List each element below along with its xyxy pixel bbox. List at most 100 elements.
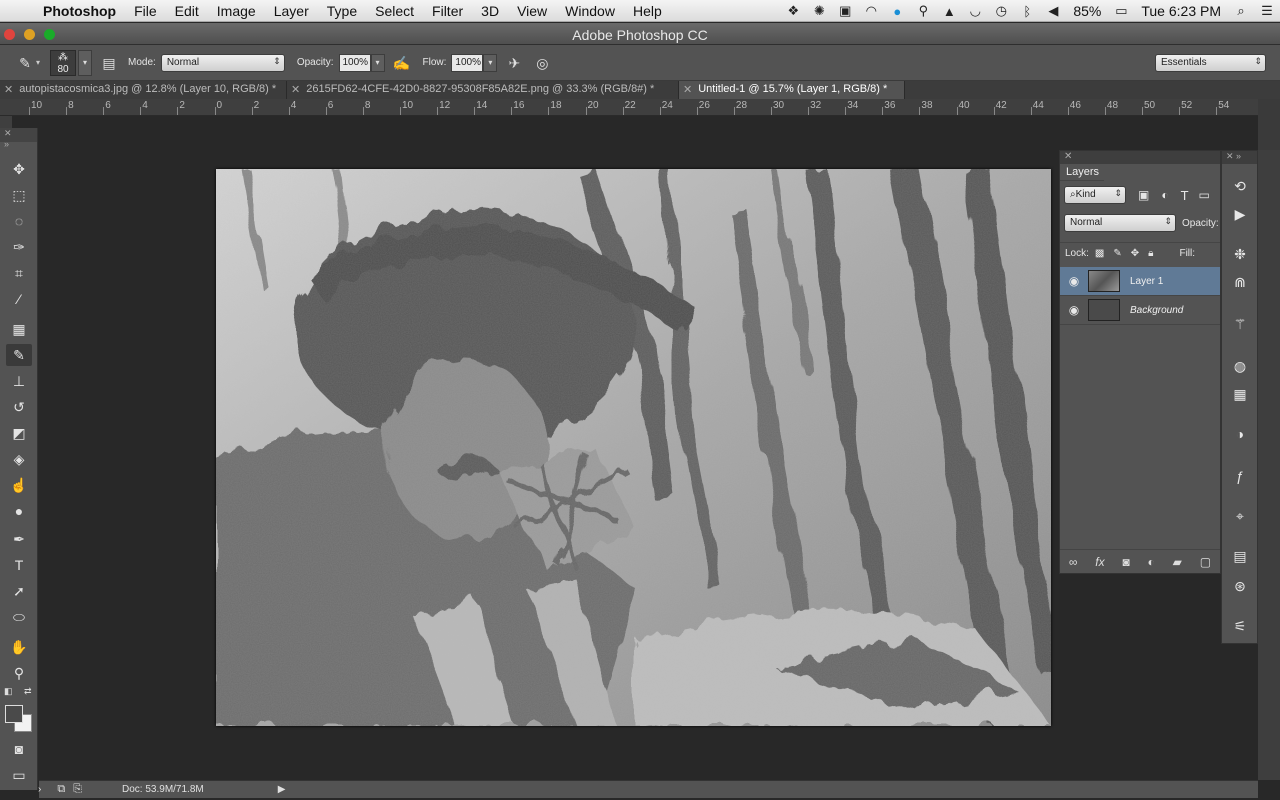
lasso-tool-icon[interactable]: ◌ — [6, 210, 32, 232]
foreground-color-swatch[interactable] — [5, 705, 23, 723]
brush-panel-icon[interactable]: ▤ — [98, 52, 120, 74]
filter-adjustment-icon[interactable]: ◐ — [1161, 188, 1168, 202]
flow-input[interactable]: 100% — [451, 53, 484, 72]
lock-all-icon[interactable]: 🔒︎ — [1148, 248, 1153, 259]
battery-percent[interactable]: 85% — [1066, 3, 1108, 19]
adjustment-layer-icon[interactable]: ◐ — [1148, 555, 1155, 569]
character-icon[interactable]: ▤ — [1228, 545, 1252, 567]
color-palette-icon[interactable]: ◍ — [1228, 355, 1252, 377]
clone-stamp-tool-icon[interactable]: ⊥ — [6, 370, 32, 392]
screen-mode-icon[interactable]: ▭ — [6, 764, 32, 786]
menu-file[interactable]: File — [125, 3, 166, 19]
adobe-icon[interactable]: ▲ — [936, 4, 962, 19]
time-machine-icon[interactable]: ◷ — [988, 3, 1014, 19]
close-panel-icon[interactable]: ✕ — [1064, 151, 1072, 162]
lock-position-icon[interactable]: ✥ — [1131, 248, 1139, 259]
layer-filter-kind[interactable]: ⌕Kind — [1064, 186, 1126, 204]
layers-tab[interactable]: Layers — [1060, 164, 1104, 181]
properties-icon[interactable]: ⚟ — [1228, 615, 1252, 637]
volume-icon[interactable]: ◀ — [1040, 3, 1066, 19]
brush-size-dropdown[interactable]: ▾ — [78, 49, 93, 76]
paths-icon[interactable]: ⌖ — [1228, 505, 1252, 527]
filter-pixel-icon[interactable]: ▣ — [1138, 188, 1149, 202]
menu-window[interactable]: Window — [556, 3, 624, 19]
menu-edit[interactable]: Edit — [166, 3, 208, 19]
history-brush-tool-icon[interactable]: ↺ — [6, 396, 32, 418]
close-tab-icon[interactable]: ✕ — [683, 83, 692, 99]
document-tab[interactable]: ✕ autopistacosmica3.jpg @ 12.8% (Layer 10… — [0, 81, 287, 99]
new-group-icon[interactable]: ▰ — [1173, 555, 1182, 569]
antenna-icon[interactable]: ⚲ — [910, 3, 936, 19]
menu-filter[interactable]: Filter — [423, 3, 472, 19]
eraser-tool-icon[interactable]: ◩ — [6, 422, 32, 444]
battery-icon[interactable]: ▭ — [1108, 3, 1134, 19]
status-menu-arrow-icon[interactable]: ▶ — [278, 784, 286, 795]
menu-type[interactable]: Type — [318, 3, 366, 19]
canvas-artwork[interactable] — [216, 169, 1051, 726]
styles-fx-icon[interactable]: ƒ — [1228, 465, 1252, 487]
status-export-icon[interactable]: ⎘ — [73, 783, 82, 796]
menu-image[interactable]: Image — [208, 3, 265, 19]
swatches-icon[interactable]: ▦ — [1228, 383, 1252, 405]
layer-mask-icon[interactable]: ◙ — [1122, 555, 1129, 569]
document-tab-active[interactable]: ✕ Untitled-1 @ 15.7% (Layer 1, RGB/8) * — [679, 81, 905, 99]
zoom-tool-icon[interactable]: ⚲ — [6, 662, 32, 684]
visibility-eye-icon[interactable]: ◉ — [1060, 274, 1088, 288]
pen-tool-icon[interactable]: ✒ — [6, 528, 32, 550]
dock-header[interactable]: ✕ » — [1222, 151, 1257, 164]
ellipse-tool-icon[interactable]: ⬭ — [6, 606, 32, 628]
document-tab[interactable]: ✕ 2615FD62-4CFE-42D0-8827-95308F85A82E.pn… — [287, 81, 679, 99]
clock[interactable]: Tue 6:23 PM — [1134, 3, 1228, 19]
layer-row-selected[interactable]: ◉ Layer 1 — [1060, 267, 1220, 296]
menu-select[interactable]: Select — [366, 3, 423, 19]
dropbox-icon[interactable]: ❖ — [780, 3, 806, 19]
brush-size-picker[interactable]: ⁂ 80 — [50, 49, 77, 76]
brush-tool-icon[interactable]: ✎ — [6, 344, 32, 366]
layer-name[interactable]: Layer 1 — [1130, 276, 1163, 287]
skype-icon[interactable]: ● — [884, 4, 910, 19]
display-icon[interactable]: ▣ — [832, 3, 858, 19]
opacity-input[interactable]: 100% — [338, 53, 371, 72]
crop-tool-icon[interactable]: ⌗ — [6, 262, 32, 284]
menu-view[interactable]: View — [508, 3, 556, 19]
move-tool-icon[interactable]: ✥ — [6, 158, 32, 180]
caret-icon[interactable]: ▾ — [36, 58, 40, 67]
wifi-icon[interactable]: ◡ — [962, 3, 988, 19]
actions-play-icon[interactable]: ▶ — [1228, 203, 1252, 225]
bluetooth-icon[interactable]: ᛒ — [1014, 4, 1040, 19]
path-selection-tool-icon[interactable]: ➚ — [6, 580, 32, 602]
lock-transparent-icon[interactable]: ▩ — [1095, 248, 1104, 259]
pressure-opacity-icon[interactable]: ✍ — [391, 52, 413, 74]
flow-dropdown[interactable]: ▾ — [483, 53, 498, 72]
dodge-tool-icon[interactable]: ● — [6, 500, 32, 522]
visibility-eye-icon[interactable]: ◉ — [1060, 303, 1088, 317]
airbrush-icon[interactable]: ✈ — [503, 52, 525, 74]
quick-selection-tool-icon[interactable]: ✑ — [6, 236, 32, 258]
default-colors-icon[interactable]: ◧ — [4, 686, 13, 697]
layer-name[interactable]: Background — [1130, 305, 1183, 316]
opacity-dropdown[interactable]: ▾ — [370, 53, 385, 72]
brush-presets-icon[interactable]: ❉ — [1228, 243, 1252, 265]
brush-settings-icon[interactable]: ⋒ — [1228, 271, 1252, 293]
history-icon[interactable]: ⟲ — [1228, 175, 1252, 197]
filter-shape-icon[interactable]: ▭ — [1199, 188, 1210, 202]
layers-panel-header[interactable]: ✕ — [1060, 151, 1220, 164]
horizontal-ruler[interactable]: 10 8 6 4 2 0 2 4 6 8 10 12 14 16 18 20 22 24 26 28 30 32 34 36 3… — [0, 99, 1258, 116]
clone-source-icon[interactable]: ⚚ — [1228, 313, 1252, 335]
adjustments-icon[interactable]: ◑ — [1228, 423, 1252, 445]
list-icon[interactable]: ☰ — [1254, 3, 1280, 19]
search-icon[interactable]: ⌕ — [1228, 3, 1254, 19]
marquee-tool-icon[interactable]: ⬚ — [6, 184, 32, 206]
filter-type-icon[interactable]: T — [1181, 188, 1189, 203]
menu-3d[interactable]: 3D — [472, 3, 508, 19]
new-layer-icon[interactable]: ▢ — [1200, 555, 1211, 569]
lock-paint-icon[interactable]: ✎ — [1113, 248, 1121, 259]
close-tab-icon[interactable]: ✕ — [291, 83, 300, 99]
menu-layer[interactable]: Layer — [265, 3, 318, 19]
collapsed-panel-strip[interactable] — [1258, 150, 1280, 780]
mode-select[interactable]: Normal — [160, 53, 285, 72]
quick-mask-icon[interactable]: ◙ — [6, 738, 32, 760]
layer-row[interactable]: ◉ Background — [1060, 296, 1220, 325]
eyedropper-tool-icon[interactable]: ⁄ — [6, 288, 32, 310]
paint-bucket-tool-icon[interactable]: ◈ — [6, 448, 32, 470]
